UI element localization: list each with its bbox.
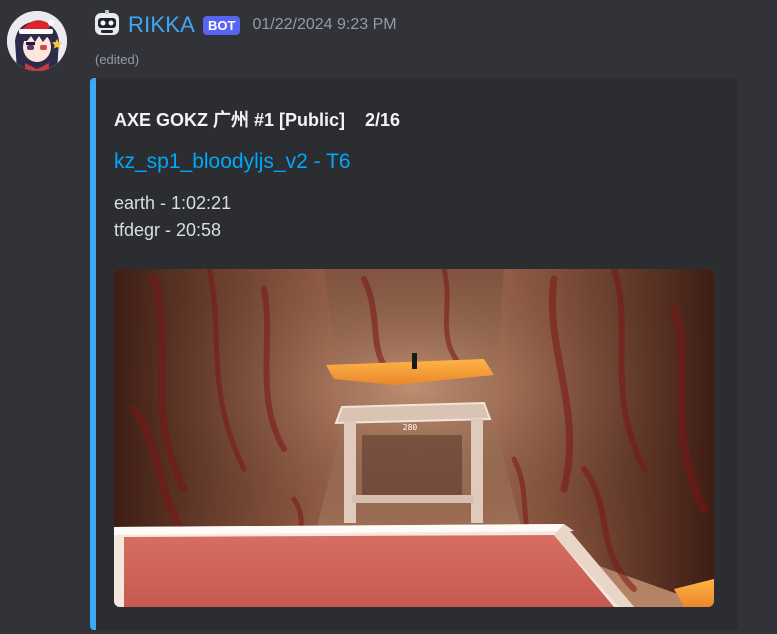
- speed-readout: 280: [403, 423, 418, 432]
- player-line: earth - 1:02:21: [114, 193, 232, 213]
- discord-message: RIKKA BOT 01/22/2024 9:23 PM (edited) AX…: [0, 0, 777, 634]
- message-embed: AXE GOKZ 广州 #1 [Public] 2/16 kz_sp1_bloo…: [90, 78, 738, 630]
- message-header: RIKKA BOT 01/22/2024 9:23 PM: [92, 10, 397, 40]
- author-username[interactable]: RIKKA: [128, 12, 195, 38]
- robot-icon: [95, 10, 119, 35]
- bot-badge: BOT: [203, 15, 241, 35]
- embed-title: AXE GOKZ 广州 #1 [Public] 2/16: [114, 110, 401, 130]
- map-screenshot-image: 280: [114, 269, 714, 607]
- user-avatar[interactable]: [7, 11, 67, 71]
- player-line: tfdegr - 20:58: [114, 220, 222, 240]
- edited-indicator: (edited): [95, 52, 140, 67]
- embed-accent-bar: [90, 78, 96, 630]
- avatar-illustration: [7, 11, 67, 71]
- message-timestamp[interactable]: 01/22/2024 9:23 PM: [252, 16, 396, 34]
- embed-map-link[interactable]: kz_sp1_bloodyljs_v2 - T6: [114, 150, 351, 174]
- embed-map-screenshot[interactable]: 280: [114, 269, 714, 607]
